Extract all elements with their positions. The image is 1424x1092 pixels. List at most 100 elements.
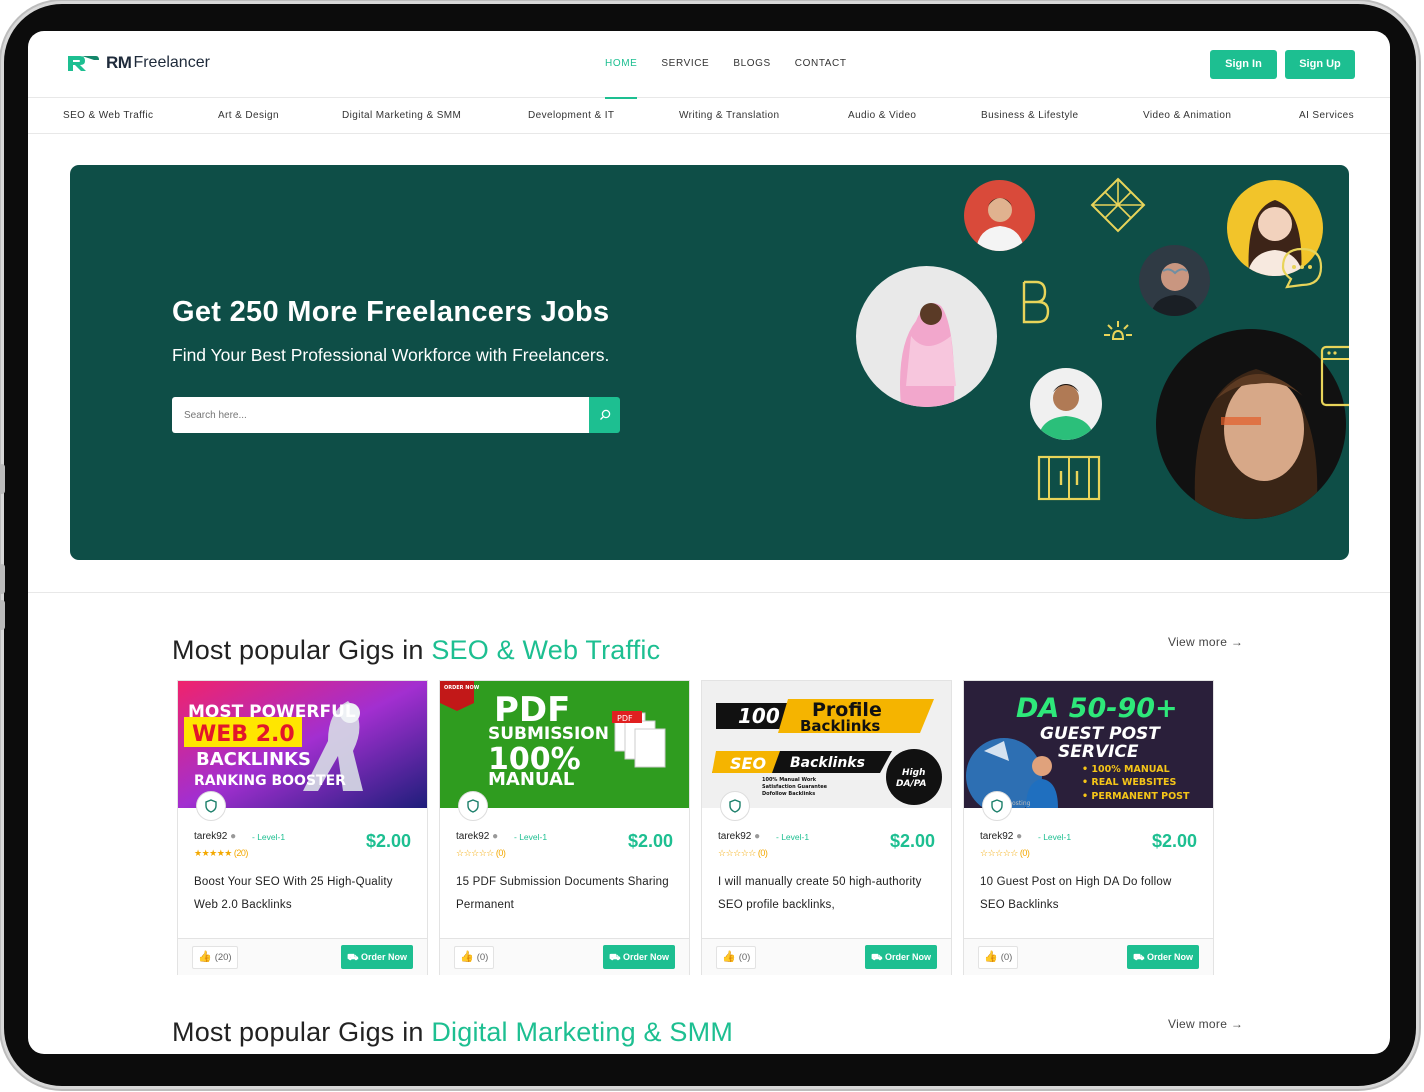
seller-level: - Level-1 — [1038, 832, 1072, 842]
rating-stars: ★★★★★ — [194, 848, 232, 858]
gig-title[interactable]: I will manually create 50 high-authority… — [718, 871, 933, 917]
svg-text:Dofollow Backlinks: Dofollow Backlinks — [762, 791, 815, 797]
search-button[interactable] — [589, 397, 620, 433]
category-audio-video[interactable]: Audio & Video — [848, 98, 916, 134]
cart-icon: ⛟ — [609, 952, 623, 962]
section-divider — [28, 592, 1390, 593]
rating: ☆☆☆☆☆ (0) — [456, 848, 506, 859]
logo[interactable]: RM Freelancer — [66, 53, 210, 73]
cart-icon: ⛟ — [1133, 952, 1147, 962]
svg-text:Backlinks: Backlinks — [790, 755, 865, 771]
section-title-digital-marketing: Most popular Gigs in Digital Marketing &… — [172, 1017, 733, 1048]
order-now-button[interactable]: ⛟ Order Now — [865, 945, 937, 969]
letter-b-icon — [1022, 280, 1050, 324]
rating-stars: ☆☆☆☆☆ — [456, 848, 494, 858]
cart-icon: ⛟ — [871, 952, 885, 962]
section-title-prefix: Most popular Gigs in — [172, 1017, 432, 1047]
category-seo[interactable]: SEO & Web Traffic — [63, 98, 153, 134]
layout-panels-icon — [1037, 455, 1101, 501]
screen: RM Freelancer HOME SERVICE BLOGS CONTACT… — [28, 31, 1390, 1054]
rating-count: (0) — [495, 848, 506, 858]
gig-thumbnail[interactable]: 100 Profile Backlinks SEO Backlinks 100%… — [702, 681, 951, 808]
seller-avatar[interactable] — [982, 791, 1012, 821]
thumbs-up-icon: 👍 — [984, 951, 998, 963]
browser-window-icon — [1320, 345, 1349, 407]
sign-up-button[interactable]: Sign Up — [1285, 50, 1355, 79]
thumbs-up-icon: 👍 — [460, 951, 474, 963]
cube-outline-icon — [1090, 177, 1146, 233]
logo-freelancer-text: Freelancer — [133, 54, 210, 71]
order-now-button[interactable]: ⛟ Order Now — [1127, 945, 1199, 969]
seller-avatar[interactable] — [458, 791, 488, 821]
gig-thumbnail[interactable]: DA 50-90+ GUEST POST SERVICE • 100% MANU… — [964, 681, 1213, 808]
view-more-link[interactable]: View more → — [1168, 1017, 1243, 1031]
category-art[interactable]: Art & Design — [218, 98, 279, 134]
order-now-button[interactable]: ⛟ Order Now — [603, 945, 675, 969]
freelancer-avatar-2 — [856, 266, 997, 407]
gig-card[interactable]: DA 50-90+ GUEST POST SERVICE • 100% MANU… — [963, 680, 1214, 975]
main-nav: HOME SERVICE BLOGS CONTACT — [593, 31, 859, 99]
svg-text:RANKING BOOSTER: RANKING BOOSTER — [194, 773, 346, 789]
svg-text:• REAL WEBSITES: • REAL WEBSITES — [1082, 777, 1176, 788]
seller-avatar[interactable] — [720, 791, 750, 821]
view-more-link[interactable]: View more → — [1168, 635, 1243, 649]
gig-thumbnail[interactable]: PDF ORDER NOW PDF SUBMISSION 100% MANUAL — [440, 681, 689, 808]
hero-banner: Get 250 More Freelancers Jobs Find Your … — [70, 165, 1349, 560]
section-title-highlight[interactable]: SEO & Web Traffic — [431, 635, 660, 665]
svg-text:WEB 2.0: WEB 2.0 — [192, 722, 295, 747]
nav-home[interactable]: HOME — [593, 31, 649, 99]
rating: ★★★★★ (20) — [194, 848, 248, 859]
nav-service[interactable]: SERVICE — [649, 31, 721, 98]
svg-text:Backlinks: Backlinks — [800, 717, 880, 735]
category-writing[interactable]: Writing & Translation — [679, 98, 779, 134]
rating-count: (0) — [1019, 848, 1030, 858]
gig-card[interactable]: PDF ORDER NOW PDF SUBMISSION 100% MANUAL… — [439, 680, 690, 975]
section-title-seo: Most popular Gigs in SEO & Web Traffic — [172, 635, 660, 666]
svg-text:SEO: SEO — [730, 754, 766, 773]
like-button[interactable]: 👍 (0) — [454, 946, 495, 969]
seller-level: - Level-1 — [776, 832, 810, 842]
gig-card[interactable]: 100 Profile Backlinks SEO Backlinks 100%… — [701, 680, 952, 975]
view-more-label: View more — [1168, 635, 1228, 649]
gig-thumbnail[interactable]: MOST POWERFUL WEB 2.0 BACKLINKS RANKING … — [178, 681, 427, 808]
svg-text:100: 100 — [738, 704, 780, 728]
category-video-animation[interactable]: Video & Animation — [1143, 98, 1231, 134]
device-side-button — [0, 600, 5, 630]
svg-text:GUEST POST: GUEST POST — [1040, 724, 1161, 744]
gig-card-footer: 👍 (0) ⛟ Order Now — [440, 938, 689, 975]
gig-card[interactable]: MOST POWERFUL WEB 2.0 BACKLINKS RANKING … — [177, 680, 428, 975]
gig-title[interactable]: 15 PDF Submission Documents Sharing Perm… — [456, 871, 671, 917]
rating: ☆☆☆☆☆ (0) — [718, 848, 768, 859]
svg-text:PDF: PDF — [617, 714, 633, 723]
category-digital-marketing[interactable]: Digital Marketing & SMM — [342, 98, 461, 134]
arrow-right-icon: → — [1230, 1017, 1244, 1031]
order-now-button[interactable]: ⛟ Order Now — [341, 945, 413, 969]
category-business[interactable]: Business & Lifestyle — [981, 98, 1079, 134]
section-title-prefix: Most popular Gigs in — [172, 635, 432, 665]
seller-name[interactable]: tarek92 ● — [980, 831, 1022, 842]
svg-text:SERVICE: SERVICE — [1058, 742, 1139, 762]
svg-text:osting: osting — [1012, 800, 1031, 807]
svg-text:SUBMISSION: SUBMISSION — [488, 724, 609, 744]
seller-name[interactable]: tarek92 ● — [718, 831, 760, 842]
like-button[interactable]: 👍 (0) — [978, 946, 1019, 969]
sign-in-button[interactable]: Sign In — [1210, 50, 1277, 79]
gig-title[interactable]: Boost Your SEO With 25 High-Quality Web … — [194, 871, 409, 917]
seller-avatar[interactable] — [196, 791, 226, 821]
like-button[interactable]: 👍 (20) — [192, 946, 238, 969]
section-title-highlight[interactable]: Digital Marketing & SMM — [431, 1017, 733, 1047]
rating: ☆☆☆☆☆ (0) — [980, 848, 1030, 859]
nav-contact[interactable]: CONTACT — [783, 31, 859, 98]
gig-price: $2.00 — [365, 831, 411, 851]
seller-name[interactable]: tarek92 ● — [456, 831, 498, 842]
search-input[interactable] — [172, 397, 589, 433]
gig-title[interactable]: 10 Guest Post on High DA Do follow SEO B… — [980, 871, 1195, 917]
like-count: (0) — [1000, 952, 1013, 963]
category-development[interactable]: Development & IT — [528, 98, 614, 134]
chat-bubble-icon — [1281, 247, 1323, 289]
category-ai-services[interactable]: AI Services — [1299, 98, 1354, 134]
like-button[interactable]: 👍 (0) — [716, 946, 757, 969]
nav-blogs[interactable]: BLOGS — [721, 31, 782, 98]
seller-name[interactable]: tarek92 ● — [194, 831, 236, 842]
gig-card-footer: 👍 (0) ⛟ Order Now — [702, 938, 951, 975]
